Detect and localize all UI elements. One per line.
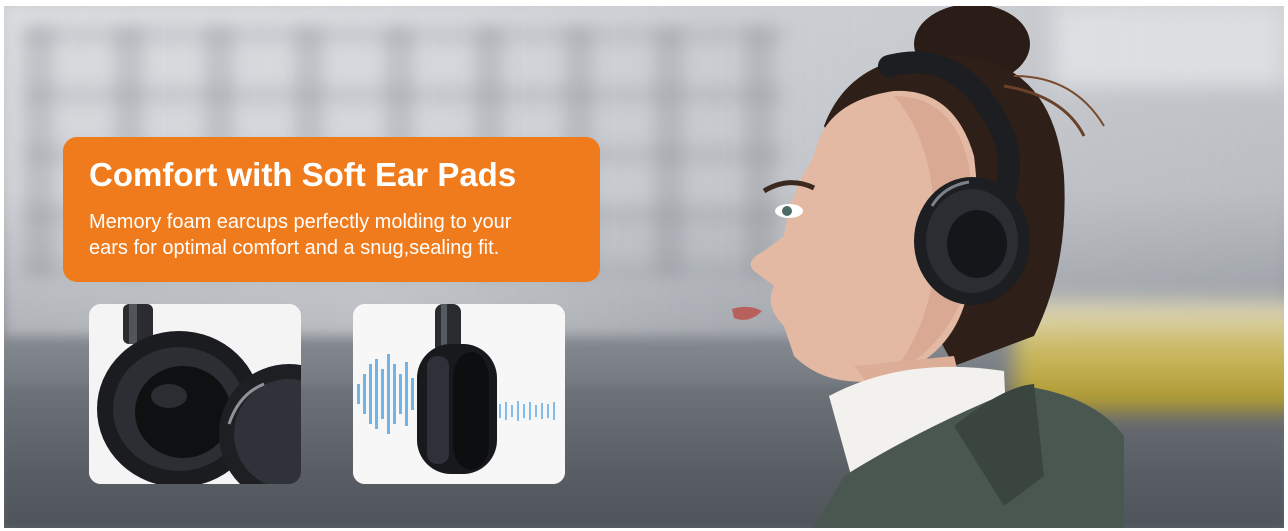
sound-isolation-image: [353, 304, 565, 484]
feature-title: Comfort with Soft Ear Pads: [89, 156, 517, 193]
feature-description-line-2: ears for optimal comfort and a snug,seal…: [89, 237, 500, 259]
product-banner: Comfort with Soft Ear Pads Memory foam e…: [4, 6, 1284, 528]
earcup-closeup-image: [89, 304, 301, 484]
headphone-earcup-icon: [89, 304, 301, 484]
feature-description-line-1: Memory foam earcups perfectly molding to…: [89, 211, 512, 233]
feature-panel: Comfort with Soft Ear Pads Memory foam e…: [63, 137, 600, 282]
feature-description: Memory foam earcups perfectly molding to…: [89, 209, 574, 261]
woman-wearing-headphones: [732, 6, 1124, 528]
sound-wave-icon: [353, 304, 565, 484]
